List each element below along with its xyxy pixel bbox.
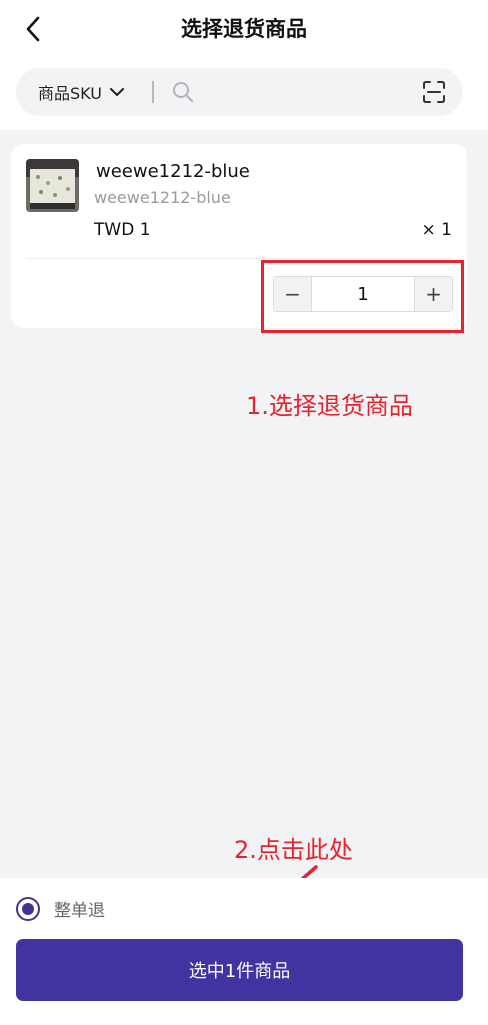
card-divider bbox=[26, 258, 452, 259]
page-title: 选择退货商品 bbox=[181, 17, 307, 41]
chevron-down-icon bbox=[109, 87, 124, 97]
product-name: weewe1212-blue bbox=[96, 161, 250, 182]
sku-filter-dropdown[interactable]: 商品SKU bbox=[38, 68, 124, 116]
footer-bar: 整单退 选中1件商品 bbox=[0, 878, 488, 1025]
product-sku: weewe1212-blue bbox=[94, 188, 231, 207]
search-icon bbox=[173, 82, 193, 102]
product-price: TWD 1 bbox=[94, 220, 151, 240]
annotation-step-2: 2.点击此处 bbox=[234, 836, 353, 864]
header: 选择退货商品 商品SKU bbox=[0, 0, 488, 130]
search-bar: 商品SKU bbox=[16, 68, 463, 116]
full-return-option[interactable]: 整单退 bbox=[16, 896, 105, 921]
search-divider bbox=[152, 81, 154, 103]
annotation-step-1: 1.选择退货商品 bbox=[246, 392, 413, 420]
search-input[interactable] bbox=[204, 76, 414, 108]
radio-checked-dot bbox=[22, 902, 34, 915]
product-thumbnail bbox=[26, 159, 79, 212]
confirm-selection-button[interactable]: 选中1件商品 bbox=[16, 939, 463, 1001]
sku-filter-label: 商品SKU bbox=[38, 84, 102, 103]
product-quantity: × 1 bbox=[421, 220, 452, 240]
radio-button[interactable] bbox=[16, 896, 40, 921]
annotation-highlight-box bbox=[261, 260, 464, 333]
full-return-label: 整单退 bbox=[54, 901, 105, 921]
scan-icon[interactable] bbox=[423, 81, 445, 103]
